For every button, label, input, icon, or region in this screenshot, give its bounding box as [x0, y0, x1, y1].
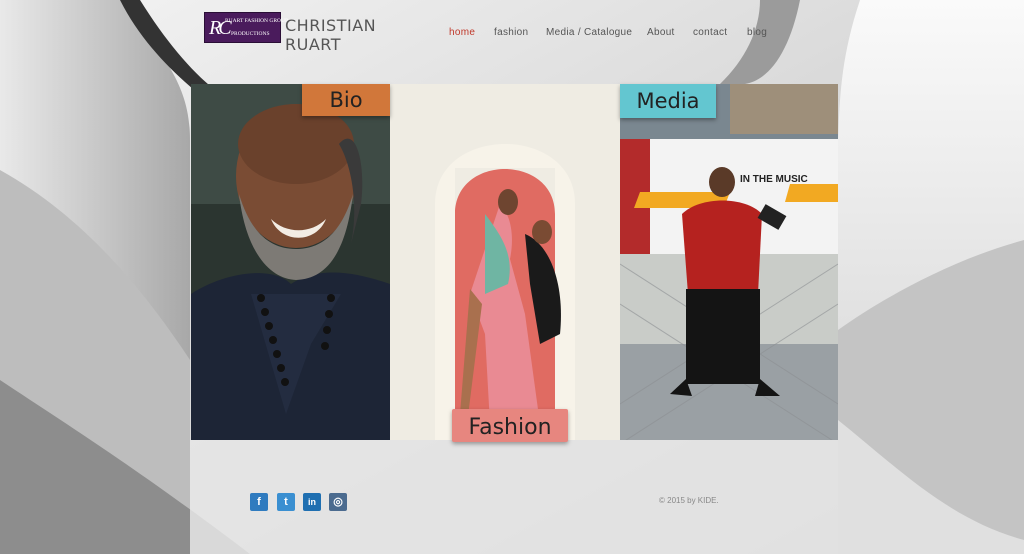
- media-banner-text: IN THE MUSIC: [740, 174, 808, 185]
- site-title[interactable]: CHRISTIAN RUART: [285, 16, 385, 54]
- media-tag[interactable]: Media: [620, 84, 716, 118]
- nav-item-media-catalogue[interactable]: Media / Catalogue: [546, 27, 632, 38]
- bio-photo: [191, 84, 390, 440]
- nav-item-fashion[interactable]: fashion: [494, 27, 528, 38]
- bio-tag[interactable]: Bio: [302, 84, 390, 116]
- logo-line-1: RUART FASHION GROUP: [225, 18, 289, 24]
- facebook-icon[interactable]: f: [250, 493, 268, 511]
- twitter-icon[interactable]: t: [277, 493, 295, 511]
- copyright-text: © 2015 by KIDE.: [659, 496, 719, 505]
- brand-logo[interactable]: RC RUART FASHION GROUP PRODUCTIONS: [204, 12, 288, 43]
- instagram-icon[interactable]: ◎: [329, 493, 347, 511]
- bio-panel[interactable]: [191, 84, 390, 440]
- logo-line-2: PRODUCTIONS: [231, 31, 270, 37]
- fashion-tag[interactable]: Fashion: [452, 409, 568, 442]
- site-title-line-2: RUART: [285, 35, 341, 54]
- media-photo: IN THE MUSIC: [620, 84, 838, 440]
- nav-item-home[interactable]: home: [449, 27, 475, 38]
- fashion-panel[interactable]: [390, 84, 620, 440]
- linkedin-icon[interactable]: in: [303, 493, 321, 511]
- nav-item-about[interactable]: About: [647, 27, 675, 38]
- nav-item-blog[interactable]: blog: [747, 27, 767, 38]
- site-title-line-1: CHRISTIAN: [285, 16, 377, 35]
- nav-item-contact[interactable]: contact: [693, 27, 727, 38]
- media-panel[interactable]: IN THE MUSIC: [620, 84, 838, 440]
- fashion-photo: [390, 84, 620, 440]
